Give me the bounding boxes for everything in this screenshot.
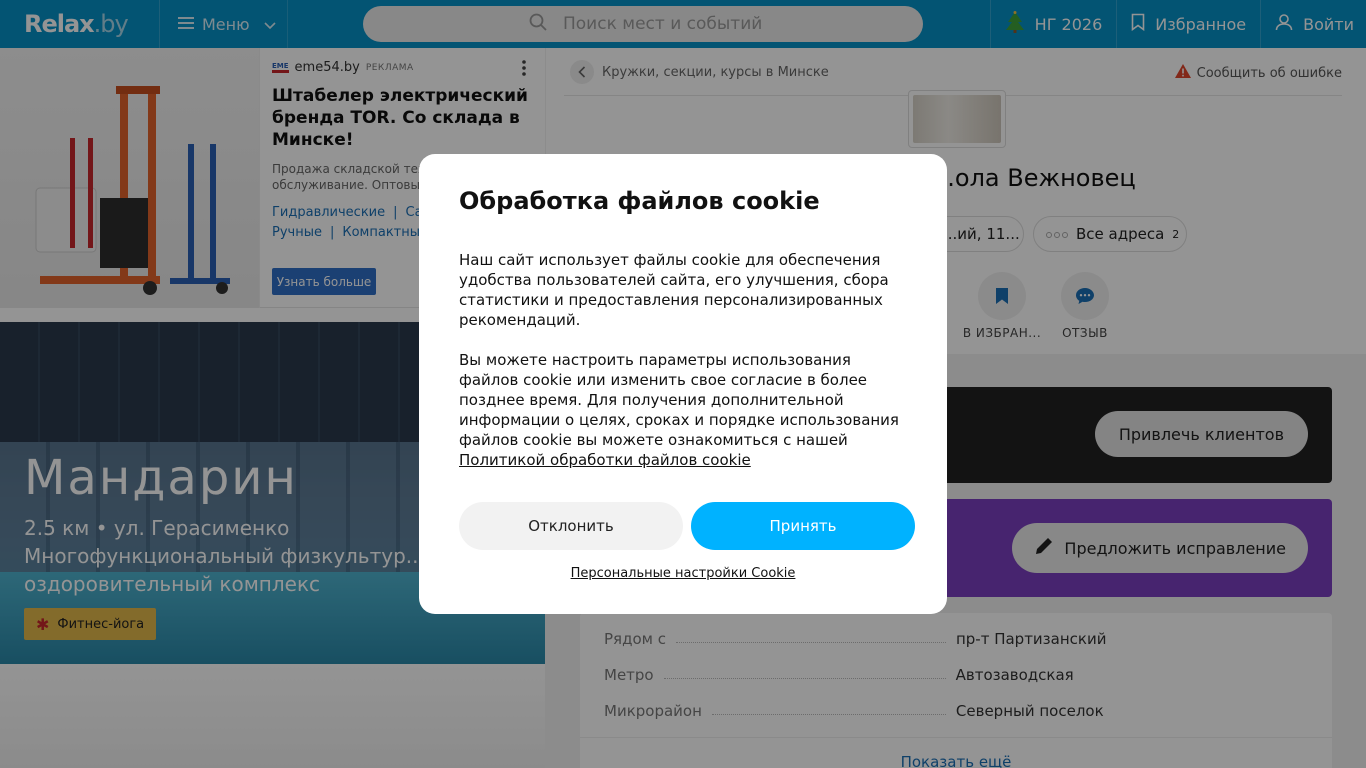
cookie-modal-text-settings: Вы можете настроить параметры использова… (459, 351, 899, 449)
cookie-personal-settings-link[interactable]: Персональные настройки Cookie (419, 566, 947, 581)
cookie-modal-title: Обработка файлов cookie (459, 187, 820, 215)
cookie-policy-link[interactable]: Политикой обработки файлов cookie (459, 451, 751, 469)
cookie-modal-text-more: Вы можете настроить параметры использова… (459, 350, 907, 470)
cookie-buttons: Отклонить Принять (459, 502, 915, 550)
cookie-modal-text: Наш сайт использует файлы cookie для обе… (459, 251, 889, 329)
cookie-modal: Обработка файлов cookie Наш сайт использ… (419, 154, 947, 614)
decline-button[interactable]: Отклонить (459, 502, 683, 550)
accept-button[interactable]: Принять (691, 502, 915, 550)
